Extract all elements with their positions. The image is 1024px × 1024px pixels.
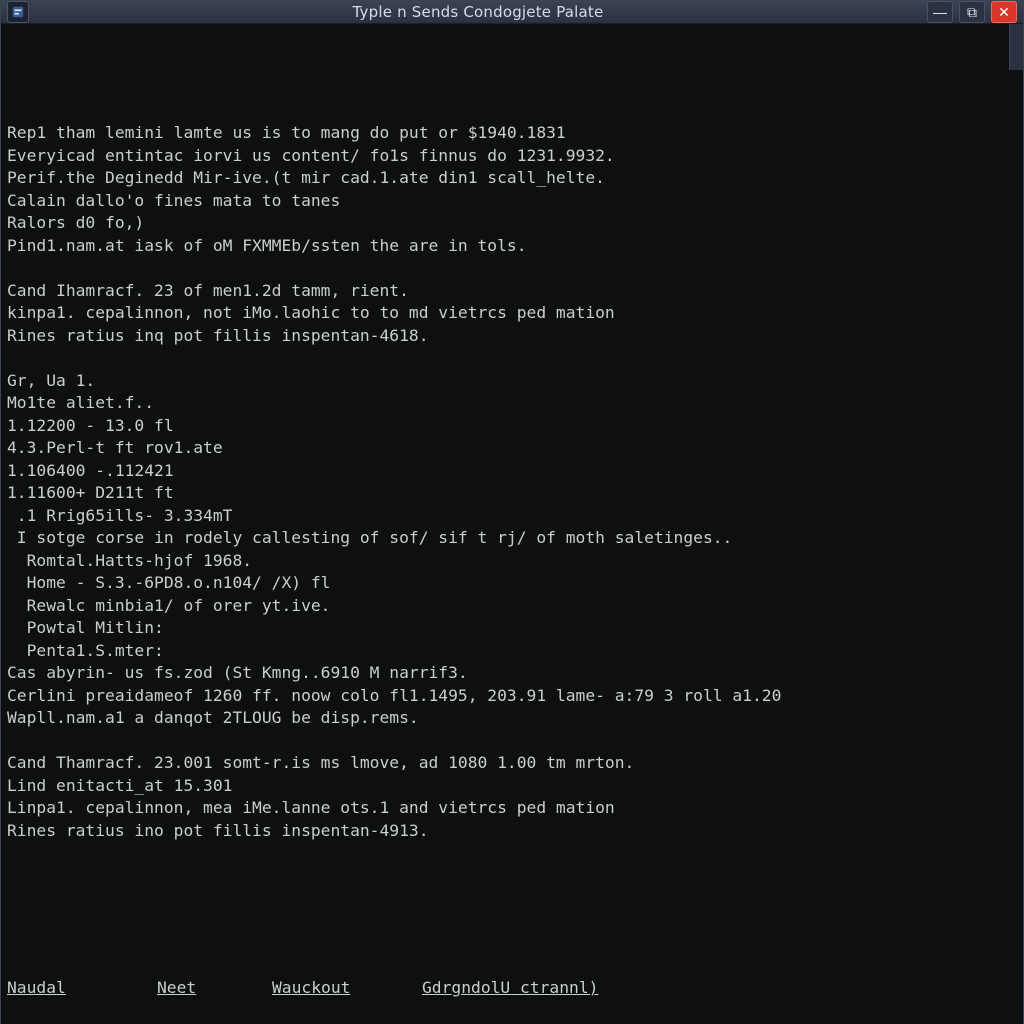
table-header: GdrgndolU ctrannl) [422,977,1023,1000]
terminal-line: Cand Ihamracf. 23 of men1.2d tamm, rient… [5,280,1023,303]
terminal-line: Ralors d0 fo,) [5,212,1023,235]
terminal-line: Cand Thamracf. 23.001 somt-r.is ms lmove… [5,752,1023,775]
terminal-line [5,842,1023,865]
terminal-line: .1 Rrig65ills- 3.334mT [5,505,1023,528]
table-header-row: Naudal Neet Wauckout GdrgndolU ctrannl) [7,977,1023,1000]
titlebar[interactable]: Typle n Sends Condogjete Palate — ⧉ ✕ [1,1,1023,24]
terminal-line: Mo1te aliet.f.. [5,392,1023,415]
terminal-line: Rewalc minbia1/ of orer yt.ive. [5,595,1023,618]
terminal-line: Rines ratius ino pot fillis inspentan-49… [5,820,1023,843]
terminal-viewport[interactable]: Rep1 tham lemini lamte us is to mang do … [1,24,1023,1024]
terminal-line: 1.12200 - 13.0 fl [5,415,1023,438]
app-icon [7,1,29,23]
terminal-output: Rep1 tham lemini lamte us is to mang do … [5,122,1023,865]
terminal-line: 1.11600+ D211t ft [5,482,1023,505]
terminal-line: Lind enitacti_at 15.301 [5,775,1023,798]
terminal-line: Cerlini preaidameof 1260 ff. noow colo f… [5,685,1023,708]
window-controls: — ⧉ ✕ [927,1,1017,23]
table-header: Naudal [7,977,157,1000]
terminal-line: Perif.the Deginedd Mir-ive.(t mir cad.1.… [5,167,1023,190]
terminal-line: Powtal Mitlin: [5,617,1023,640]
maximize-button[interactable]: ⧉ [959,1,985,23]
terminal-line [5,730,1023,753]
terminal-line: Penta1.S.mter: [5,640,1023,663]
output-table: Naudal Neet Wauckout GdrgndolU ctrannl) … [5,932,1023,1024]
terminal-line: Home - S.3.-6PD8.o.n104/ /X) fl [5,572,1023,595]
scrollbar[interactable] [1009,24,1023,70]
terminal-line: Everyicad entintac iorvi us content/ fo1… [5,145,1023,168]
terminal-line: Wapll.nam.a1 a danqot 2TLOUG be disp.rem… [5,707,1023,730]
terminal-line: Romtal.Hatts-hjof 1968. [5,550,1023,573]
window-title: Typle n Sends Condogjete Palate [29,3,927,21]
terminal-line: Rines ratius inq pot fillis inspentan-46… [5,325,1023,348]
table-header: Wauckout [272,977,422,1000]
terminal-line [5,257,1023,280]
terminal-line: Linpa1. cepalinnon, mea iMe.lanne ots.1 … [5,797,1023,820]
minimize-button[interactable]: — [927,1,953,23]
terminal-line: kinpa1. cepalinnon, not iMo.laohic to to… [5,302,1023,325]
terminal-line: Cas abyrin- us fs.zod (St Kmng..6910 M n… [5,662,1023,685]
terminal-line: Gr, Ua 1. [5,370,1023,393]
terminal-line: 4.3.Perl-t ft rov1.ate [5,437,1023,460]
terminal-window: Typle n Sends Condogjete Palate — ⧉ ✕ Re… [0,0,1024,1024]
terminal-line [5,347,1023,370]
terminal-line: I sotge corse in rodely callesting of so… [5,527,1023,550]
terminal-line: Pind1.nam.at iask of oM FXMMEb/ssten the… [5,235,1023,258]
close-button[interactable]: ✕ [991,1,1017,23]
terminal-line: 1.106400 -.112421 [5,460,1023,483]
terminal-line: Calain dallo'o fines mata to tanes [5,190,1023,213]
terminal-line: Rep1 tham lemini lamte us is to mang do … [5,122,1023,145]
table-header: Neet [157,977,272,1000]
